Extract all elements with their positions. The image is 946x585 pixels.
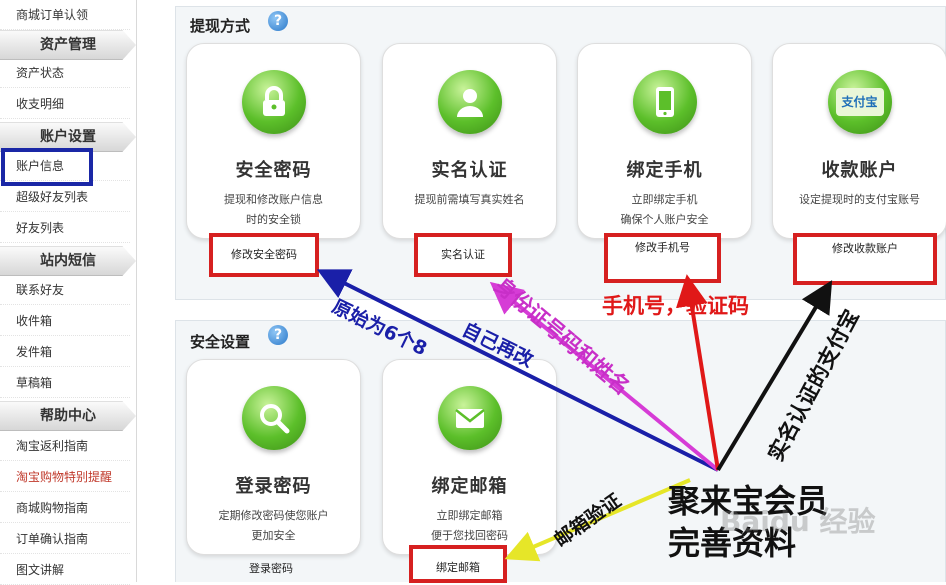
annotation-phone-code: 手机号，验证码: [602, 294, 749, 318]
baidu-watermark: Baidu 经验: [720, 505, 876, 538]
